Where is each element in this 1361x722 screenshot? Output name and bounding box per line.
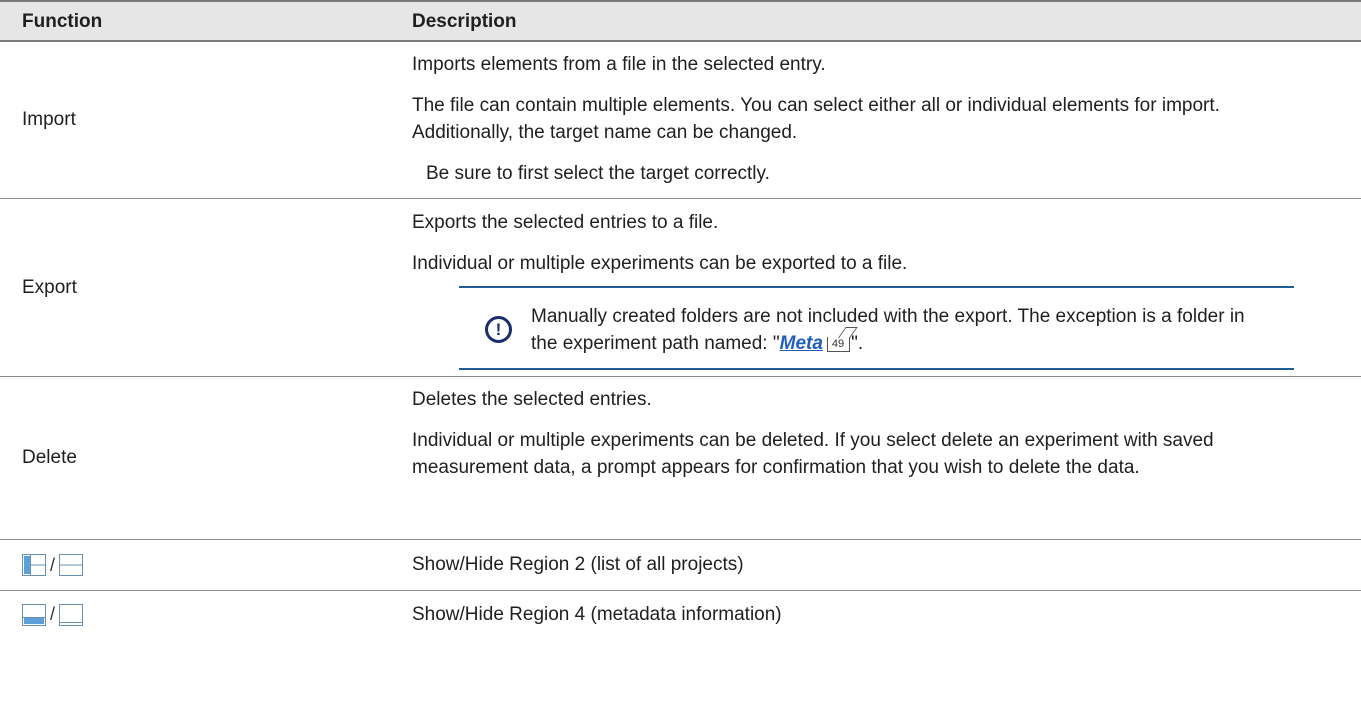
description-delete: Deletes the selected entries. Individual… — [412, 377, 1321, 481]
hide-region2-icon[interactable] — [59, 554, 84, 576]
delete-line1: Deletes the selected entries. — [412, 389, 652, 410]
description-export: Exports the selected entries to a file. … — [412, 199, 1321, 370]
hide-region4-icon[interactable] — [59, 603, 84, 626]
table-row-region2: / Show/Hide Region 2 (list of all projec… — [0, 540, 1361, 591]
exclamation-circle-icon: ! — [485, 316, 512, 343]
show-region4-icon[interactable] — [22, 603, 46, 626]
table-header: Function Description — [0, 0, 1361, 42]
show-region2-icon[interactable] — [22, 554, 46, 576]
table-row-export: Export Exports the selected entries to a… — [0, 199, 1361, 377]
export-note: ! Manually created folders are not inclu… — [459, 286, 1294, 370]
delete-line2: Individual or multiple experiments can b… — [412, 430, 1214, 478]
import-line3: Be sure to first select the target corre… — [426, 163, 770, 184]
table-row-delete: Delete Deletes the selected entries. Ind… — [0, 377, 1361, 540]
export-line1: Exports the selected entries to a file. — [412, 212, 719, 233]
function-import: Import — [22, 109, 76, 130]
note-text: Manually created folders are not include… — [531, 306, 1245, 354]
header-description: Description — [412, 11, 517, 32]
region2-icons: / — [22, 540, 84, 590]
description-import: Imports elements from a file in the sele… — [412, 42, 1321, 187]
export-note-text: Manually created folders are not include… — [531, 303, 1274, 357]
table-row-region4: / Show/Hide Region 4 (metadata informati… — [0, 591, 1361, 638]
table-row-import: Import Imports elements from a file in t… — [0, 42, 1361, 199]
region2-description: Show/Hide Region 2 (list of all projects… — [412, 554, 744, 575]
import-line1: Imports elements from a file in the sele… — [412, 54, 826, 75]
region4-separator: / — [50, 604, 56, 624]
function-table: Function Description Import Imports elem… — [0, 0, 1361, 638]
export-line2: Individual or multiple experiments can b… — [412, 253, 908, 274]
note-end: ". — [851, 333, 864, 354]
function-delete: Delete — [22, 447, 77, 468]
meta-link[interactable]: Meta — [780, 333, 823, 354]
region4-icons: / — [22, 591, 84, 638]
import-line2: The file can contain multiple elements. … — [412, 95, 1220, 143]
function-export: Export — [22, 276, 77, 298]
region2-separator: / — [50, 554, 56, 575]
page-reference[interactable]: 49 — [826, 337, 851, 352]
header-function: Function — [22, 11, 103, 32]
region4-description: Show/Hide Region 4 (metadata information… — [412, 603, 782, 625]
